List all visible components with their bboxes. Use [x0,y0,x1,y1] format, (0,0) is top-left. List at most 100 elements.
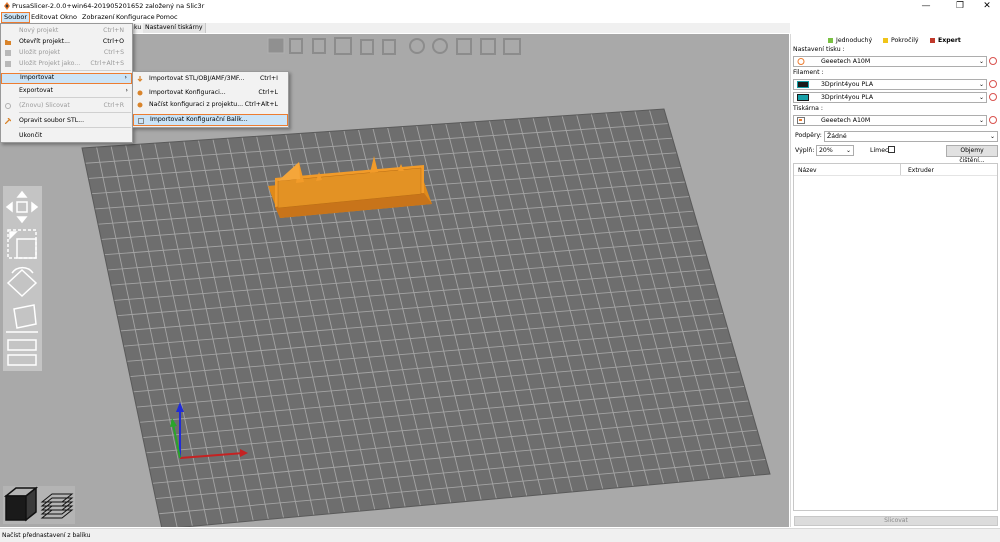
menu-item-label: Importovat [20,74,55,81]
add-instance-icon[interactable] [409,38,425,54]
menu-bar: Soubor Editovat Okno Zobrazení Konfigura… [0,12,1000,23]
filament-2-value: 3Dprint4you PLA [821,94,874,101]
header-divider [794,175,997,176]
slice-icon [5,103,11,109]
folder-icon [5,40,11,45]
status-text: Načíst přednastavení z balíku [2,532,91,539]
supports-combo[interactable]: Žádné ⌄ [824,131,998,142]
menu-item-label: (Znovu) Slicovat [19,102,70,109]
printer-icon [797,117,805,124]
printer-combo[interactable]: Geeetech A10M ⌄ [793,115,987,126]
chevron-down-icon: ⌄ [845,147,851,154]
submenu-item-label: Načíst konfiguraci z projektu... [149,101,244,108]
submenu-item-label: Importovat Konfiguraci... [149,89,226,96]
window-title: PrusaSlicer-2.0.0+win64-201905201652 zal… [12,2,205,10]
reset-printer-icon[interactable] [989,116,997,124]
menu-item-shortcut: Ctrl+S [103,49,124,56]
printer-label: Tiskárna : [793,105,823,112]
object-list[interactable]: Název Extruder [793,163,998,511]
filament-1-value: 3Dprint4you PLA [821,81,874,88]
copy-icon[interactable] [360,39,374,55]
mode-bar: Jednoduchý Pokročilý Expert [791,36,1000,46]
mode-expert[interactable]: Expert [930,36,961,46]
menu-separator [19,112,131,113]
print-settings-label: Nastavení tisku : [793,46,845,53]
split-parts-icon[interactable] [480,38,496,55]
print-settings-combo[interactable]: Geeetech A10M ⌄ [793,56,987,67]
submenu-item-shortcut: Ctrl+Alt+L [244,101,278,108]
delete-icon[interactable] [289,38,303,54]
wrench-icon [5,118,11,124]
filament-combo-1[interactable]: 3Dprint4you PLA ⌄ [793,79,987,90]
menu-okno[interactable]: Okno [58,12,79,23]
chevron-down-icon: ⌄ [978,94,984,101]
menu-item-label: Ukončit [19,132,43,139]
infill-value: 20% [819,147,833,154]
split-objects-icon[interactable] [456,38,472,55]
filament-combo-2[interactable]: 3Dprint4you PLA ⌄ [793,92,987,103]
delete-all-icon[interactable] [312,38,326,54]
save-icon [5,50,11,56]
supports-label: Podpěry: [795,132,822,139]
mode-simple[interactable]: Jednoduchý [828,36,872,46]
minimize-button[interactable]: — [912,0,940,12]
menu-item-quit[interactable]: Ukončit [1,130,132,141]
remove-instance-icon[interactable] [432,38,448,54]
menu-item-open-project[interactable]: Otevřít projekt... Ctrl+O [1,36,132,47]
reset-filament-2-icon[interactable] [989,93,997,101]
import-submenu: Importovat STL/OBJ/AMF/3MF... Ctrl+I Imp… [132,71,289,128]
menu-item-new-project[interactable]: Nový projekt Ctrl+N [1,25,132,36]
mode-advanced-label: Pokročilý [891,37,919,44]
save-icon [5,61,11,67]
object-list-header-name: Název [798,167,817,174]
chevron-down-icon: ⌄ [989,133,995,140]
print-bed [81,108,771,527]
menu-separator [19,70,131,71]
submenu-item-label: Importovat Konfigurační Balík... [150,116,248,123]
menu-item-import[interactable]: Importovat › [1,73,132,84]
menu-item-repair-stl[interactable]: Opravit soubor STL... [1,115,132,126]
menu-pomoc[interactable]: Pomoc [154,12,180,23]
menu-item-save-project-as[interactable]: Uložit Projekt jako... Ctrl+Alt+S [1,58,132,69]
filament-1-color-swatch [797,81,809,88]
submenu-item-import-config[interactable]: Importovat Konfiguraci... Ctrl+L [133,87,288,99]
add-icon[interactable] [267,37,285,54]
printer-value: Geeetech A10M [821,117,871,124]
arrange-icon[interactable] [334,37,352,55]
menu-item-export[interactable]: Exportovat › [1,85,132,96]
menu-item-label: Opravit soubor STL... [19,117,85,124]
viewport-toolbar [267,37,521,55]
menu-editovat[interactable]: Editovat [29,12,60,23]
layers-editing-icon[interactable] [503,38,521,55]
submenu-item-load-config-from-project[interactable]: Načíst konfiguraci z projektu... Ctrl+Al… [133,99,288,111]
submenu-item-import-config-bundle[interactable]: Importovat Konfigurační Balík... [133,114,288,126]
menu-soubor[interactable]: Soubor [1,12,30,23]
menu-item-save-project[interactable]: Uložit projekt Ctrl+S [1,47,132,58]
cleaning-volumes-button[interactable]: Objemy čištění... [946,145,998,164]
close-button[interactable]: ✕ [973,0,1000,12]
reset-filament-1-icon[interactable] [989,80,997,88]
mode-advanced[interactable]: Pokročilý [883,36,919,46]
chevron-down-icon: ⌄ [978,58,984,65]
supports-value: Žádné [827,133,847,140]
mode-simple-label: Jednoduchý [836,37,873,44]
menu-item-shortcut: Ctrl+Alt+S [90,60,124,67]
menu-separator [19,97,131,98]
paste-icon[interactable] [382,39,396,55]
tab-print-settings[interactable]: ku [132,23,144,33]
maximize-button[interactable]: ❐ [946,0,974,12]
menu-konfigurace[interactable]: Konfigurace [114,12,157,23]
menu-item-reslice[interactable]: (Znovu) Slicovat Ctrl+R [1,100,132,111]
menu-item-label: Uložit projekt [19,49,61,56]
reset-print-settings-icon[interactable] [989,57,997,65]
slice-now-button[interactable]: Slicovat [794,516,998,526]
right-sidebar: Jednoduchý Pokročilý Expert Nastavení ti… [790,34,1000,527]
tab-printer-settings[interactable]: Nastavení tiskárny [143,23,206,33]
menu-zobrazeni[interactable]: Zobrazení [80,12,117,23]
infill-combo[interactable]: 20% ⌄ [816,145,854,156]
brim-checkbox[interactable] [888,146,895,153]
submenu-item-shortcut: Ctrl+L [258,89,278,96]
submenu-item-import-stl[interactable]: Importovat STL/OBJ/AMF/3MF... Ctrl+I [133,73,288,85]
gizmo-toolbar [3,186,75,524]
menu-item-shortcut: Ctrl+N [103,27,124,34]
